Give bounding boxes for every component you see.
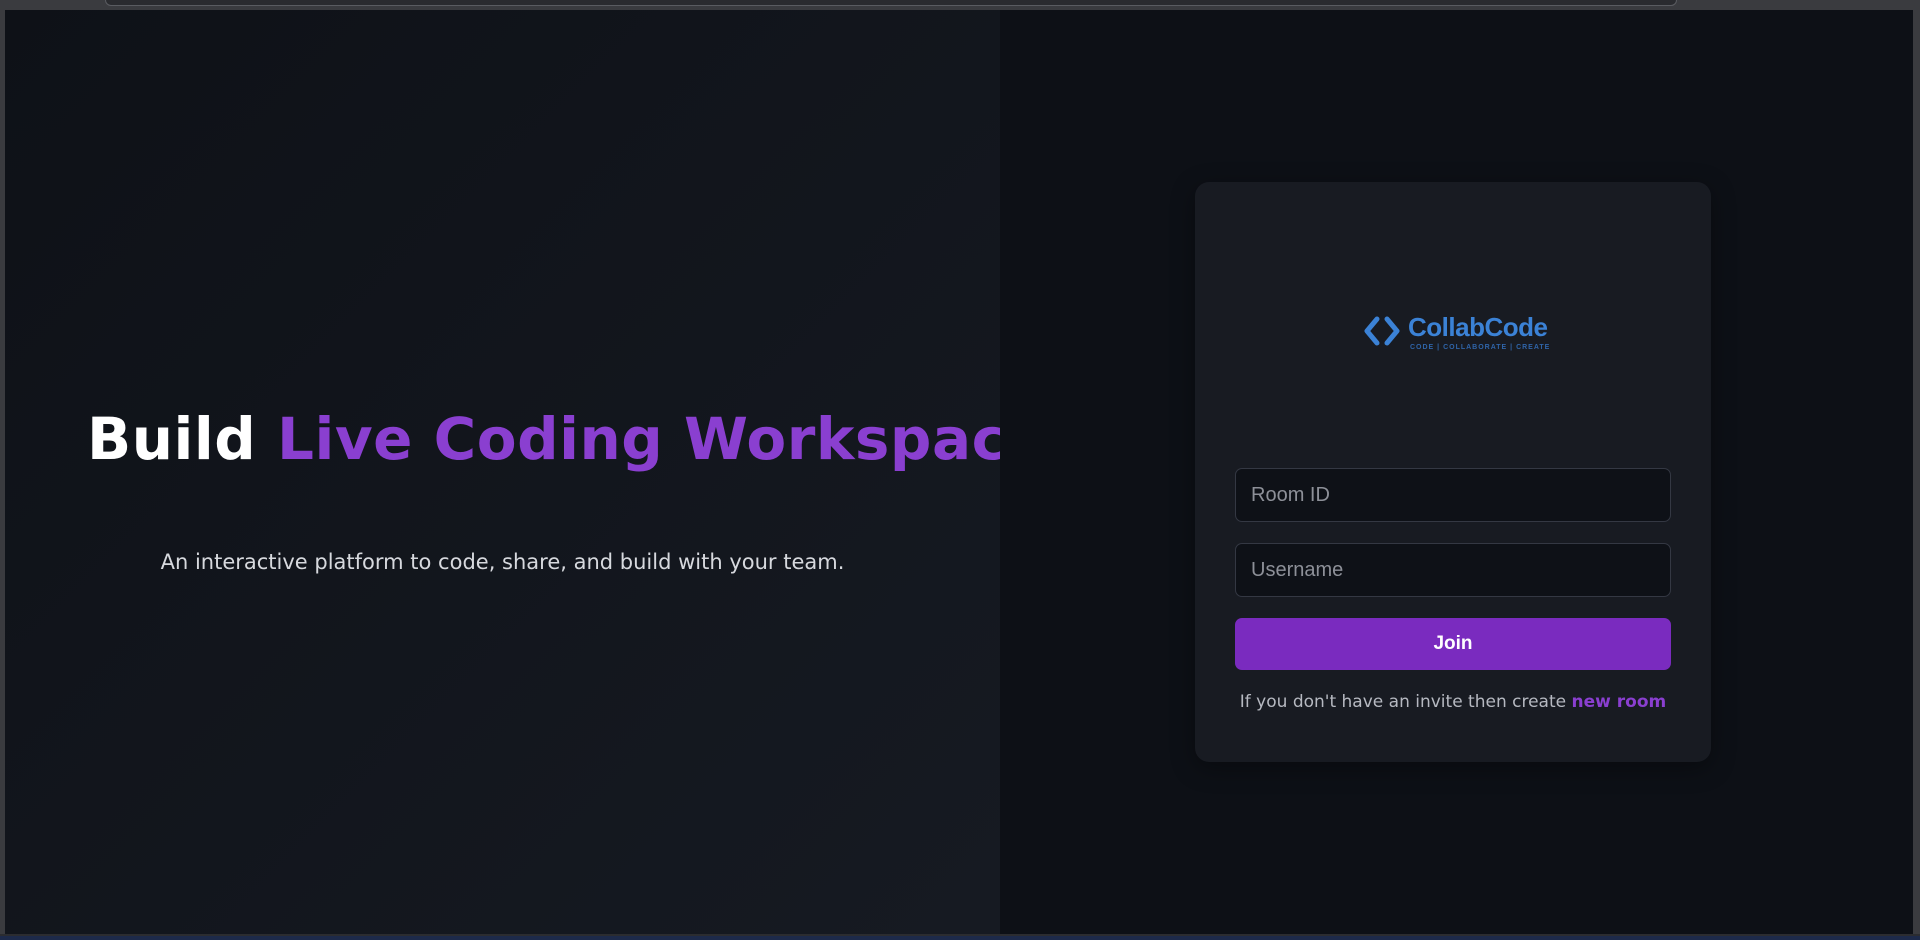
join-button[interactable]: Join <box>1235 618 1671 670</box>
browser-address-bar[interactable] <box>105 0 1677 6</box>
page-viewport: Build Live Coding Workspaces An interact… <box>5 10 1913 934</box>
invite-prefix: If you don't have an invite then create <box>1239 692 1572 712</box>
taskbar-edge <box>0 936 1920 940</box>
logo-name: CollabCode <box>1408 312 1548 342</box>
collabcode-logo: CollabCode CODE | COLLABORATE | CREATE <box>1195 312 1711 364</box>
join-panel: CollabCode CODE | COLLABORATE | CREATE J… <box>1000 10 1913 934</box>
hero-subtitle: An interactive platform to code, share, … <box>160 550 845 574</box>
invite-message: If you don't have an invite then create … <box>1195 692 1711 712</box>
username-input[interactable] <box>1235 543 1671 597</box>
hero-panel: Build Live Coding Workspaces An interact… <box>5 10 1081 934</box>
join-card: CollabCode CODE | COLLABORATE | CREATE J… <box>1195 182 1711 762</box>
logo-tagline: CODE | COLLABORATE | CREATE <box>1410 344 1551 351</box>
hero-title-accent: Live Coding Workspaces <box>276 405 1082 473</box>
room-id-input[interactable] <box>1235 468 1671 522</box>
new-room-link[interactable]: new room <box>1572 692 1667 712</box>
hero-title: Build Live Coding Workspaces <box>87 405 1081 473</box>
code-brackets-icon <box>1364 316 1400 346</box>
hero-title-lead: Build <box>87 405 277 473</box>
